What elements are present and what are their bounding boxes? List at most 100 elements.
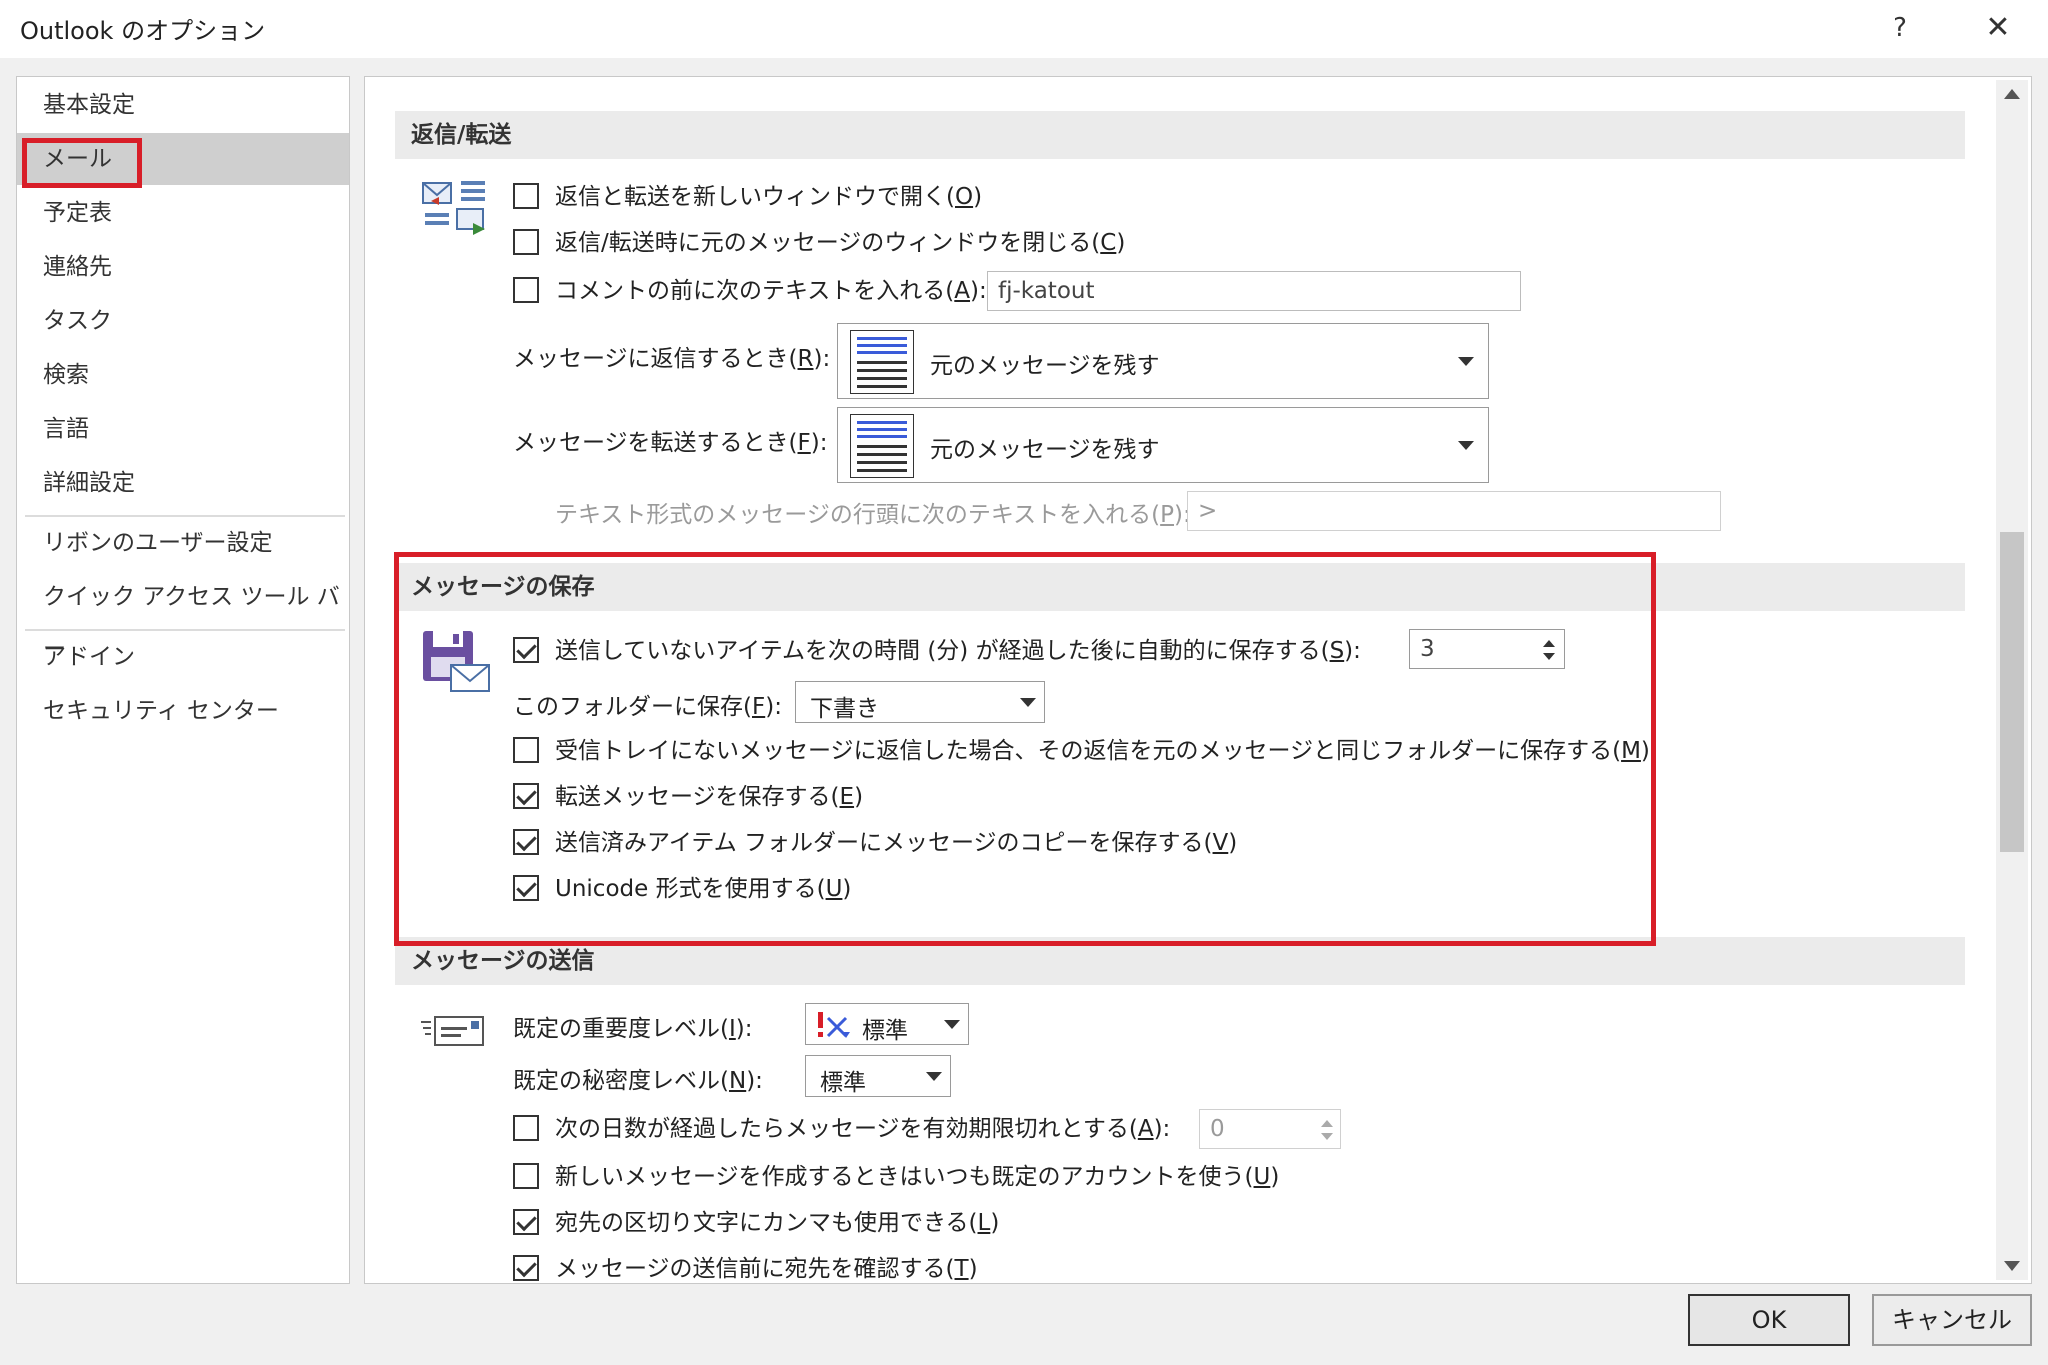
check-names-label: メッセージの送信前に宛先を確認する( xyxy=(555,1256,955,1282)
default-account-key: U xyxy=(1253,1164,1271,1190)
when-forward-select[interactable]: 元のメッセージを残す xyxy=(837,407,1489,483)
when-reply-value: 元のメッセージを残す xyxy=(930,353,1160,379)
chevron-down-icon xyxy=(1458,441,1474,450)
help-button[interactable]: ? xyxy=(1880,8,1920,48)
spin-arrows-icon[interactable] xyxy=(1542,636,1556,664)
prefix-text-key: P xyxy=(1160,502,1175,528)
chevron-down-icon xyxy=(1020,698,1036,707)
autosave-minutes-stepper[interactable]: 3 xyxy=(1409,629,1565,669)
window-title: Outlook のオプション xyxy=(20,17,266,45)
expire-days-value: 0 xyxy=(1210,1116,1225,1142)
when-forward-value: 元のメッセージを残す xyxy=(930,437,1160,463)
comment-prefix-suffix: ): xyxy=(970,278,987,304)
spin-arrows-icon[interactable] xyxy=(1320,1116,1334,1144)
save-folder-suffix: ): xyxy=(765,694,782,720)
save-folder-select[interactable]: 下書き xyxy=(795,681,1045,723)
reply-same-folder-checkbox[interactable] xyxy=(513,737,539,763)
ok-button[interactable]: OK xyxy=(1688,1294,1850,1346)
save-sent-copy-key: V xyxy=(1212,830,1229,856)
close-original-checkbox[interactable] xyxy=(513,229,539,255)
sensitivity-key: N xyxy=(728,1068,747,1094)
chevron-down-icon xyxy=(944,1020,960,1029)
sidebar-item-contacts[interactable]: 連絡先 xyxy=(17,241,349,293)
when-reply-label: メッセージに返信するとき( xyxy=(513,346,798,372)
check-names-key: T xyxy=(954,1256,969,1282)
sidebar-item-customize-ribbon[interactable]: リボンのユーザー設定 xyxy=(17,517,349,569)
sensitivity-value: 標準 xyxy=(820,1070,866,1096)
sidebar-item-calendar[interactable]: 予定表 xyxy=(17,187,349,239)
reply-forward-icon xyxy=(422,181,485,235)
sidebar-item-addins[interactable]: アドイン xyxy=(17,631,349,683)
vertical-scrollbar[interactable] xyxy=(1996,80,2028,1280)
selection-highlight xyxy=(22,138,142,188)
expire-days-stepper[interactable]: 0 xyxy=(1199,1109,1341,1149)
when-forward-suffix: ): xyxy=(810,430,828,456)
importance-select[interactable]: 標準 xyxy=(805,1003,969,1045)
section-header-reply-forward: 返信/転送 xyxy=(395,111,1965,159)
sensitivity-select[interactable]: 標準 xyxy=(805,1055,951,1097)
sidebar-item-trust-center[interactable]: セキュリティ センター xyxy=(17,685,349,737)
sidebar-item-advanced[interactable]: 詳細設定 xyxy=(17,457,349,509)
save-folder-value: 下書き xyxy=(810,696,879,722)
sidebar-item-language[interactable]: 言語 xyxy=(17,403,349,455)
open-new-window-checkbox[interactable] xyxy=(513,183,539,209)
cancel-button[interactable]: キャンセル xyxy=(1872,1294,2032,1346)
autosave-checkbox[interactable] xyxy=(513,637,539,663)
open-new-window-key: O xyxy=(954,184,974,210)
save-folder-key: F xyxy=(751,694,766,720)
save-forwarded-checkbox[interactable] xyxy=(513,783,539,809)
when-forward-label: メッセージを転送するとき( xyxy=(513,430,798,456)
sidebar-item-general[interactable]: 基本設定 xyxy=(17,79,349,131)
options-content: 返信/転送 返信と転送を新しいウィンドウで開く(O) 返信/転送時に元のメッセー… xyxy=(364,76,2032,1284)
sidebar: 基本設定 メール 予定表 連絡先 タスク 検索 言語 詳細設定 リボンのユーザー… xyxy=(16,76,350,1284)
title-bar: Outlook のオプション ? ✕ xyxy=(0,0,2048,58)
autosave-minutes-value: 3 xyxy=(1420,636,1435,662)
prefix-text-input[interactable]: > xyxy=(1187,491,1721,531)
use-unicode-key: U xyxy=(825,876,843,902)
scroll-down-icon[interactable] xyxy=(1996,1250,2028,1280)
default-account-checkbox[interactable] xyxy=(513,1163,539,1189)
sidebar-item-quick-access-toolbar[interactable]: クイック アクセス ツール バー xyxy=(17,571,349,662)
use-unicode-label: Unicode 形式を使用する( xyxy=(555,876,826,902)
sidebar-item-search[interactable]: 検索 xyxy=(17,349,349,401)
comment-prefix-label: コメントの前に次のテキストを入れる( xyxy=(555,278,955,304)
close-original-key: C xyxy=(1100,230,1117,256)
importance-key: I xyxy=(728,1016,736,1042)
save-sent-copy-checkbox[interactable] xyxy=(513,829,539,855)
expire-label: 次の日数が経過したらメッセージを有効期限切れとする( xyxy=(555,1116,1138,1142)
chevron-down-icon xyxy=(926,1072,942,1081)
default-account-label: 新しいメッセージを作成するときはいつも既定のアカウントを使う( xyxy=(555,1164,1254,1190)
save-folder-label: このフォルダーに保存( xyxy=(513,694,752,720)
section-header-send-messages: メッセージの送信 xyxy=(395,937,1965,985)
autosave-suffix: ): xyxy=(1344,638,1361,664)
use-unicode-checkbox[interactable] xyxy=(513,875,539,901)
importance-value: 標準 xyxy=(862,1018,908,1044)
save-envelope-icon xyxy=(423,631,490,692)
expire-checkbox[interactable] xyxy=(513,1115,539,1141)
reply-format-thumbnail xyxy=(850,330,914,394)
sensitivity-label: 既定の秘密度レベル( xyxy=(513,1068,729,1094)
comma-separator-key: L xyxy=(977,1210,991,1236)
when-forward-key: F xyxy=(797,430,811,456)
sensitivity-suffix: ): xyxy=(746,1068,763,1094)
expire-key: A xyxy=(1137,1116,1154,1142)
comma-separator-label: 宛先の区切り文字にカンマも使用できる( xyxy=(555,1210,978,1236)
autosave-label: 送信していないアイテムを次の時間 (分) が経過した後に自動的に保存する( xyxy=(555,638,1330,664)
close-original-label: 返信/転送時に元のメッセージのウィンドウを閉じる( xyxy=(555,230,1101,256)
chevron-down-icon xyxy=(1458,357,1474,366)
sidebar-item-tasks[interactable]: タスク xyxy=(17,295,349,347)
comma-separator-checkbox[interactable] xyxy=(513,1209,539,1235)
scroll-thumb[interactable] xyxy=(2000,532,2024,852)
close-button[interactable]: ✕ xyxy=(1978,8,2018,48)
comment-prefix-checkbox[interactable] xyxy=(513,277,539,303)
when-reply-select[interactable]: 元のメッセージを残す xyxy=(837,323,1489,399)
send-message-icon xyxy=(421,1016,484,1046)
check-names-checkbox[interactable] xyxy=(513,1255,539,1281)
save-forwarded-label: 転送メッセージを保存する( xyxy=(555,784,840,810)
section-header-save-messages: メッセージの保存 xyxy=(395,563,1965,611)
scroll-up-icon[interactable] xyxy=(1996,80,2028,110)
reply-same-folder-label: 受信トレイにないメッセージに返信した場合、その返信を元のメッセージと同じフォルダ… xyxy=(555,738,1622,764)
comment-prefix-input[interactable]: fj-katout xyxy=(987,271,1521,311)
prefix-text-label: テキスト形式のメッセージの行頭に次のテキストを入れる( xyxy=(555,502,1161,528)
when-reply-suffix: ): xyxy=(813,346,831,372)
